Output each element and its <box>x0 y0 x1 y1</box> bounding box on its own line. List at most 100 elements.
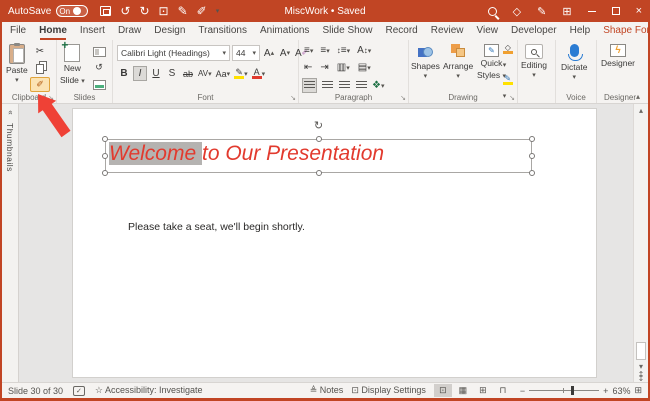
reset-button[interactable]: ↺ <box>89 60 109 75</box>
character-spacing-button[interactable]: AV▾ <box>197 66 213 81</box>
text-shadow-button[interactable]: S <box>165 66 179 81</box>
handle-mid-right[interactable] <box>529 153 535 159</box>
slide-title-text[interactable]: Welcome to Our Presentation <box>109 142 384 166</box>
pencil-icon[interactable]: ✎ <box>537 5 546 18</box>
normal-view-button[interactable]: ⊡ <box>434 384 452 397</box>
decrease-indent-button[interactable]: ⇤ <box>304 62 312 73</box>
laser-pen-icon[interactable]: ✐ <box>197 4 207 18</box>
tab-file[interactable]: File <box>10 22 26 40</box>
align-left-button[interactable] <box>302 78 317 93</box>
shrink-font-button[interactable]: A▾ <box>278 46 292 61</box>
align-center-button[interactable] <box>320 78 334 93</box>
font-name-combobox[interactable]: Calibri Light (Headings) ▾ <box>117 45 230 61</box>
thumbnails-expand-icon[interactable]: » <box>6 105 15 121</box>
font-dialog-launcher[interactable]: ↘ <box>290 94 296 102</box>
dictate-button[interactable]: Dictate ▾ <box>561 44 587 81</box>
slideshow-view-button[interactable]: ⊓ <box>494 384 512 397</box>
zoom-in-button[interactable]: + <box>603 386 608 396</box>
tab-design[interactable]: Design <box>154 22 185 40</box>
notes-button[interactable]: ≜ Notes <box>310 385 344 396</box>
tab-view[interactable]: View <box>477 22 499 40</box>
line-spacing-button[interactable]: ↕≡▾ <box>337 45 350 56</box>
autosave-control[interactable]: AutoSave On <box>8 5 88 17</box>
slide-canvas[interactable]: ↻ Welcome to Our Presentation Please tak… <box>72 108 597 378</box>
designer-button[interactable]: ϟ Designer <box>601 44 635 69</box>
handle-bottom-right[interactable] <box>529 170 535 176</box>
drawing-dialog-launcher[interactable]: ↘ <box>509 94 515 102</box>
change-case-button[interactable]: Aa▾ <box>215 66 232 81</box>
draw-pen-icon[interactable]: ✎ <box>178 4 188 18</box>
shapes-button[interactable]: Shapes ▾ <box>411 44 440 80</box>
reading-view-button[interactable]: ⊞ <box>474 384 492 397</box>
fit-to-window-icon[interactable]: ⊞ <box>634 385 642 396</box>
section-button[interactable] <box>89 77 109 92</box>
italic-button[interactable]: I <box>133 66 147 81</box>
rotate-handle-icon[interactable]: ↻ <box>314 119 323 132</box>
handle-top-right[interactable] <box>529 136 535 142</box>
bold-button[interactable]: B <box>117 66 131 81</box>
slide-body-text[interactable]: Please take a seat, we'll begin shortly. <box>128 221 305 233</box>
qat-overflow-icon[interactable]: ▾ <box>216 7 220 15</box>
bullets-button[interactable]: ≡▾ <box>304 45 313 56</box>
justify-button[interactable] <box>354 78 368 93</box>
tab-shape-format[interactable]: Shape Format <box>603 22 650 40</box>
tab-record[interactable]: Record <box>385 22 417 40</box>
undo-icon[interactable]: ↺ <box>120 4 130 18</box>
zoom-slider[interactable] <box>529 390 599 391</box>
paragraph-dialog-launcher[interactable]: ↘ <box>400 94 406 102</box>
tab-transitions[interactable]: Transitions <box>198 22 247 40</box>
zoom-slider-thumb[interactable] <box>571 386 574 395</box>
grow-font-button[interactable]: A▴ <box>262 46 276 61</box>
tab-draw[interactable]: Draw <box>118 22 141 40</box>
maximize-icon[interactable] <box>612 7 620 15</box>
handle-mid-left[interactable] <box>102 153 108 159</box>
search-icon[interactable] <box>488 7 497 16</box>
slide-sorter-view-button[interactable]: ▦ <box>454 384 472 397</box>
format-painter-button[interactable]: ✐ <box>30 77 50 92</box>
tab-slide-show[interactable]: Slide Show <box>322 22 372 40</box>
zoom-out-button[interactable]: − <box>520 386 525 396</box>
zoom-level[interactable]: 63% <box>612 386 630 396</box>
align-text-button[interactable]: ▤▾ <box>358 62 371 73</box>
window-grid-icon[interactable]: ⊞ <box>562 5 571 18</box>
scrollbar-thumb[interactable] <box>636 342 646 360</box>
smartart-button[interactable]: ❖▾ <box>371 78 385 93</box>
document-title[interactable]: MiscWork • Saved <box>284 6 365 17</box>
new-slide-button[interactable]: New Slide ▾ <box>60 44 85 86</box>
highlight-color-button[interactable]: ✎ ▾ <box>233 66 249 81</box>
tab-animations[interactable]: Animations <box>260 22 309 40</box>
clipboard-dialog-launcher[interactable]: ↘ <box>48 94 54 102</box>
collapse-ribbon-icon[interactable]: ▴ <box>636 92 640 101</box>
save-icon[interactable] <box>100 6 111 16</box>
layout-button[interactable] <box>89 44 109 59</box>
increase-indent-button[interactable]: ⇥ <box>320 62 328 73</box>
font-color-button[interactable]: A ▾ <box>251 66 267 81</box>
display-settings-button[interactable]: ⊡ Display Settings <box>351 385 426 396</box>
vertical-scrollbar[interactable]: ▴ ▾ ↥ ↧ <box>633 104 648 382</box>
tab-developer[interactable]: Developer <box>511 22 557 40</box>
handle-bottom-center[interactable] <box>316 170 322 176</box>
handle-bottom-left[interactable] <box>102 170 108 176</box>
copy-button[interactable] <box>30 60 50 75</box>
tab-review[interactable]: Review <box>431 22 464 40</box>
autosave-toggle[interactable]: On <box>56 5 88 17</box>
tab-insert[interactable]: Insert <box>80 22 105 40</box>
accessibility-status[interactable]: ☆ Accessibility: Investigate <box>95 385 203 396</box>
text-direction-button[interactable]: A↕▾ <box>357 45 371 56</box>
editing-button[interactable]: Editing ▾ <box>521 44 547 79</box>
title-textbox[interactable]: ↻ Welcome to Our Presentation <box>105 139 532 173</box>
columns-button[interactable]: ▥▾ <box>337 62 350 73</box>
numbering-button[interactable]: ≡▾ <box>320 45 329 56</box>
tab-help[interactable]: Help <box>570 22 591 40</box>
arrange-button[interactable]: Arrange ▾ <box>443 44 473 80</box>
scroll-up-icon[interactable]: ▴ <box>634 106 648 115</box>
diamond-icon[interactable]: ◇ <box>513 5 521 18</box>
align-right-button[interactable] <box>337 78 351 93</box>
shape-fill-button[interactable]: ◇▾ <box>503 44 513 72</box>
font-size-combobox[interactable]: 44 ▾ <box>232 45 260 61</box>
underline-button[interactable]: U <box>149 66 163 81</box>
handle-top-left[interactable] <box>102 136 108 142</box>
thumbnails-panel[interactable]: » Thumbnails <box>2 104 19 382</box>
proofing-icon[interactable]: ✓ <box>73 386 85 396</box>
cut-button[interactable]: ✂ <box>30 44 50 59</box>
